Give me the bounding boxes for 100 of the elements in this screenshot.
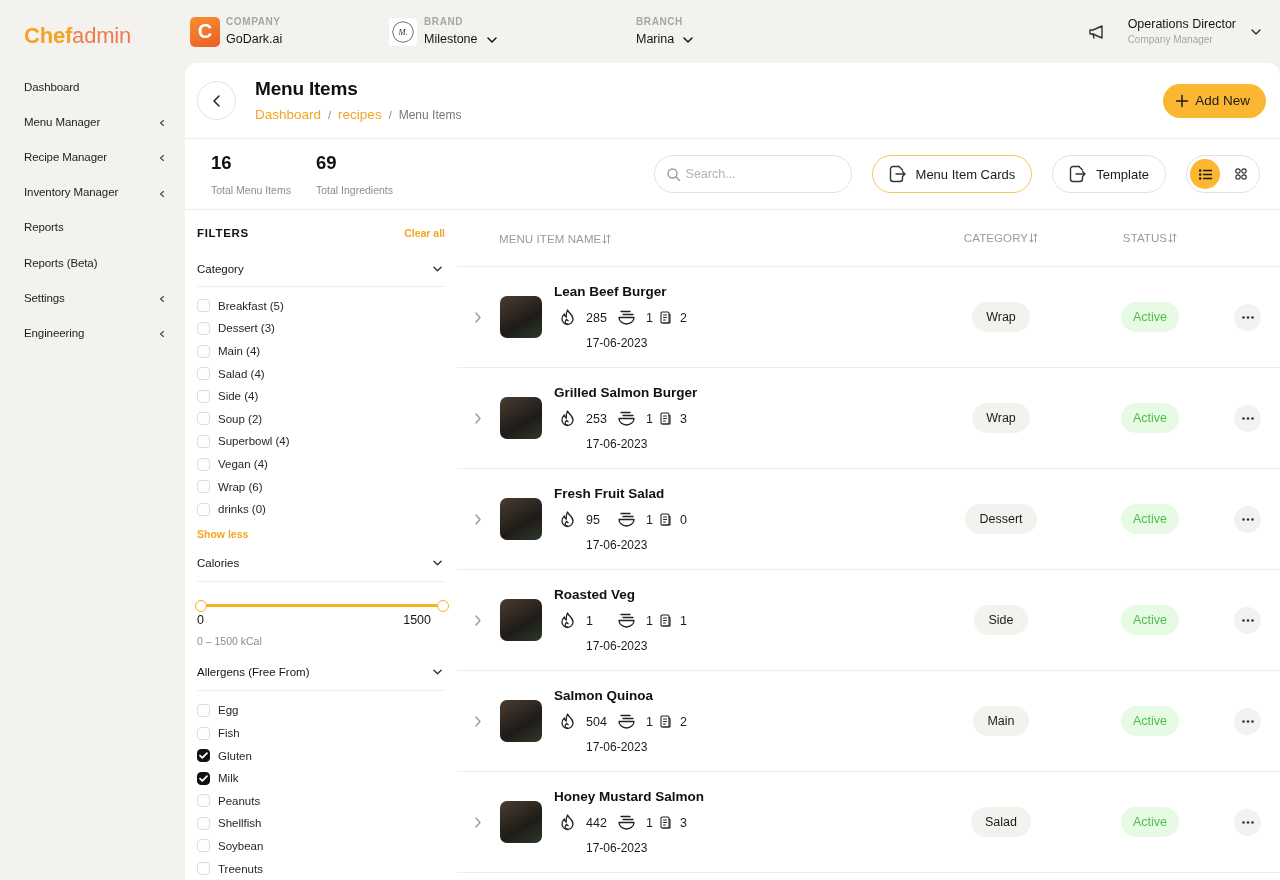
sidebar-item[interactable]: Inventory Manager: [24, 174, 164, 210]
checkmark-icon: [199, 774, 208, 782]
megaphone-icon[interactable]: [1088, 24, 1104, 39]
more-button[interactable]: [1234, 808, 1261, 836]
checkbox-label[interactable]: Vegan (4): [218, 458, 268, 471]
status-tag: Active: [1120, 807, 1179, 837]
checkmark-icon: [199, 752, 208, 760]
bowl-icon: [618, 714, 635, 729]
calorie-count: 504: [586, 713, 608, 730]
branch-select[interactable]: Marina: [636, 31, 694, 48]
chevron-left-icon: [213, 94, 220, 107]
sidebar-item[interactable]: Recipe Manager: [24, 139, 164, 175]
breadcrumb-separator: /: [328, 108, 332, 123]
stat-value: 69: [315, 152, 337, 174]
list-view-button[interactable]: [1190, 159, 1220, 189]
sort-icon: [1168, 233, 1178, 243]
more-button[interactable]: [1234, 606, 1261, 634]
sidebar-item[interactable]: Menu Manager: [24, 104, 164, 140]
filter-section-title[interactable]: Calories: [197, 557, 240, 570]
menu-item-name[interactable]: Honey Mustard Salmon: [554, 788, 705, 806]
chevron-down-icon: [683, 36, 694, 43]
sidebar-item[interactable]: Reports: [24, 209, 164, 245]
checkbox-label[interactable]: Fish: [218, 727, 240, 739]
more-button[interactable]: [1234, 707, 1261, 735]
sidebar-item[interactable]: Engineering: [24, 315, 164, 351]
menu-item-name[interactable]: Roasted Veg: [554, 586, 636, 604]
chevron-right-icon[interactable]: [475, 413, 481, 424]
checkbox-label[interactable]: Salad (4): [218, 367, 265, 380]
checkbox-label[interactable]: Peanuts: [218, 794, 261, 807]
checkbox-label[interactable]: drinks (0): [218, 503, 266, 516]
sidebar-item[interactable]: Settings: [24, 280, 164, 316]
more-button[interactable]: [1234, 505, 1261, 533]
document-icon: [660, 715, 671, 728]
checkbox-label[interactable]: Main (4): [218, 345, 261, 358]
sidebar-item[interactable]: Reports (Beta): [24, 244, 164, 281]
filter-section-title[interactable]: Allergens (Free From): [197, 666, 310, 679]
chevron-right-icon[interactable]: [475, 817, 481, 828]
list-icon: [1198, 168, 1212, 180]
add-new-button[interactable]: Add New: [1163, 83, 1266, 118]
field-label: BRANCH: [636, 15, 683, 29]
checkbox-label[interactable]: Wrap (6): [218, 480, 263, 493]
flame-icon: [560, 309, 575, 326]
menu-item-name[interactable]: Salmon Quinoa: [554, 687, 653, 705]
checkbox-label[interactable]: Milk: [218, 772, 239, 785]
calorie-count: 253: [586, 410, 608, 427]
checkbox-label[interactable]: Breakfast (5): [218, 299, 284, 312]
checkbox-label[interactable]: Treenuts: [218, 862, 263, 875]
menu-item-name[interactable]: Fresh Fruit Salad: [554, 485, 665, 503]
item-date: 17-06-2023: [586, 840, 648, 856]
checkbox-label[interactable]: Soybean: [218, 840, 264, 852]
sidebar-item[interactable]: Dashboard: [24, 69, 164, 105]
chevron-down-icon[interactable]: [433, 265, 442, 272]
checkbox-label[interactable]: Superbowl (4): [218, 435, 290, 448]
menu-item-name[interactable]: Grilled Salmon Burger: [554, 384, 698, 402]
user-name[interactable]: Operations Director: [1127, 16, 1236, 32]
brand-select[interactable]: Milestone: [424, 31, 497, 48]
chevron-down-icon[interactable]: [1251, 28, 1261, 35]
document-icon: [660, 513, 671, 526]
export-button[interactable]: Menu Item Cards: [871, 155, 1033, 193]
flame-icon: [560, 511, 575, 528]
chevron-right-icon[interactable]: [475, 615, 481, 626]
checkbox-label[interactable]: Side (4): [218, 390, 259, 403]
more-icon: [1241, 820, 1254, 824]
document-count: 3: [680, 814, 687, 831]
checkbox[interactable]: [197, 749, 210, 763]
category-tag: Salad: [971, 807, 1031, 837]
category-tag: Side: [974, 605, 1028, 635]
breadcrumb-current: Menu Items: [398, 107, 462, 124]
flame-icon: [560, 814, 575, 831]
document-arrow-icon: [887, 165, 906, 183]
slider-thumb[interactable]: [437, 599, 449, 612]
status-tag: Active: [1120, 605, 1179, 635]
export-button[interactable]: Template: [1052, 155, 1166, 193]
item-date: 17-06-2023: [586, 638, 648, 654]
chevron-right-icon[interactable]: [475, 312, 481, 323]
checkbox-label[interactable]: Shellfish: [218, 817, 262, 830]
filter-section-title[interactable]: Category: [197, 262, 244, 275]
category-tag: Main: [973, 706, 1029, 736]
search-field[interactable]: Search...: [653, 155, 852, 193]
menu-item-name[interactable]: Lean Beef Burger: [554, 283, 667, 301]
more-icon: [1241, 719, 1254, 723]
checkbox[interactable]: [197, 771, 210, 785]
more-button[interactable]: [1234, 404, 1261, 432]
photo-placeholder: [500, 700, 542, 742]
page-title: Menu Items: [255, 77, 358, 101]
category-tag: Wrap: [972, 302, 1030, 332]
chevron-down-icon[interactable]: [433, 669, 442, 676]
back-button[interactable]: [197, 81, 236, 120]
slider-thumb[interactable]: [195, 599, 207, 612]
chevron-right-icon[interactable]: [475, 514, 481, 525]
checkbox-label[interactable]: Dessert (3): [218, 322, 275, 335]
checkbox-label[interactable]: Gluten: [218, 749, 252, 762]
more-button[interactable]: [1234, 303, 1261, 331]
chevron-down-icon[interactable]: [433, 560, 442, 567]
chevron-right-icon[interactable]: [475, 716, 481, 727]
document-icon: [660, 311, 671, 324]
checkbox-label[interactable]: Soup (2): [218, 412, 263, 425]
company-name: GoDark.ai: [226, 31, 283, 48]
field-label: BRAND: [424, 15, 464, 29]
checkbox-label[interactable]: Egg: [218, 704, 239, 717]
